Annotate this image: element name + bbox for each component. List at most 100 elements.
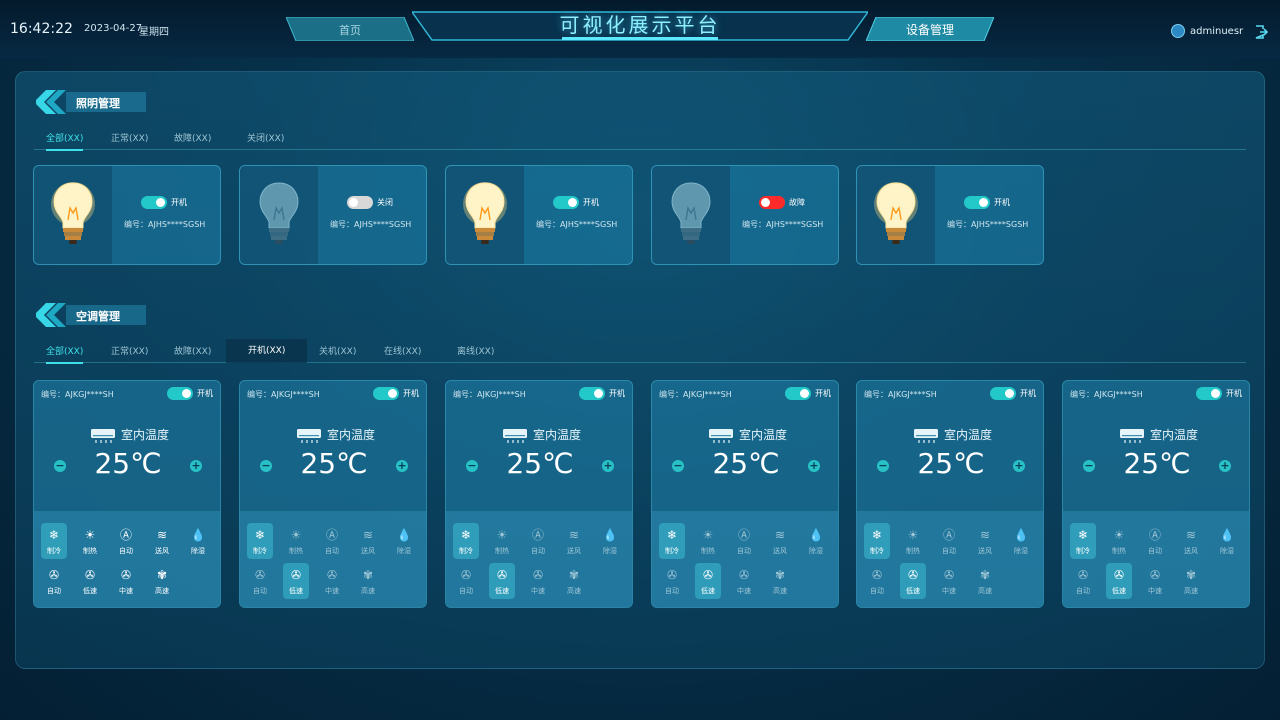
temp-decrease-button[interactable]: −	[54, 460, 66, 472]
ac-card-top: 编号：AJKGJ****SH 开机 室内温度 25℃ − +	[1063, 381, 1249, 511]
fan-speed-button[interactable]: ✾ 高速	[1178, 563, 1204, 599]
tab-ac-normal[interactable]: 正常(XX)	[111, 344, 148, 357]
mode-button[interactable]: ☀ 制热	[900, 523, 926, 559]
power-toggle[interactable]	[1196, 387, 1222, 400]
mode-button[interactable]: ☀ 制热	[283, 523, 309, 559]
tab-ac-on[interactable]: 开机(XX)	[226, 339, 308, 363]
mode-button[interactable]: Ⓐ 自动	[731, 523, 757, 559]
temp-decrease-button[interactable]: −	[1083, 460, 1095, 472]
power-toggle[interactable]	[964, 196, 990, 209]
mode-button[interactable]: 💧 除湿	[803, 523, 829, 559]
fan-speed-button[interactable]: ✾ 高速	[149, 563, 175, 599]
mode-button[interactable]: ≋ 送风	[355, 523, 381, 559]
fan-speed-button[interactable]: ✾ 高速	[767, 563, 793, 599]
mode-button[interactable]: ❄ 制冷	[41, 523, 67, 559]
temp-decrease-button[interactable]: −	[260, 460, 272, 472]
temp-increase-button[interactable]: +	[602, 460, 614, 472]
power-toggle[interactable]	[579, 387, 605, 400]
light-card[interactable]: 故障 编号：AJHS****SGSH	[651, 165, 839, 265]
mode-button[interactable]: ≋ 送风	[767, 523, 793, 559]
fan-speed-button[interactable]: ✇ 自动	[453, 563, 479, 599]
temp-increase-button[interactable]: +	[190, 460, 202, 472]
temp-decrease-button[interactable]: −	[466, 460, 478, 472]
fan-speed-button[interactable]: ✇ 低速	[283, 563, 309, 599]
mode-button[interactable]: ❄ 制冷	[453, 523, 479, 559]
mode-button[interactable]: ☀ 制热	[695, 523, 721, 559]
mode-button[interactable]: ☀ 制热	[489, 523, 515, 559]
mode-button[interactable]: ❄ 制冷	[659, 523, 685, 559]
mode-button[interactable]: ❄ 制冷	[247, 523, 273, 559]
fan-speed-button[interactable]: ✇ 自动	[864, 563, 890, 599]
light-card[interactable]: 开机 编号：AJHS****SGSH	[445, 165, 633, 265]
light-card[interactable]: 关闭 编号：AJHS****SGSH	[239, 165, 427, 265]
power-toggle[interactable]	[347, 196, 373, 209]
temp-decrease-button[interactable]: −	[877, 460, 889, 472]
light-card[interactable]: 开机 编号：AJHS****SGSH	[33, 165, 221, 265]
tab-ac-fault[interactable]: 故障(XX)	[174, 344, 211, 357]
fan-low-icon: ✇	[907, 568, 919, 582]
mode-button[interactable]: Ⓐ 自动	[936, 523, 962, 559]
tab-ac-off[interactable]: 关机(XX)	[319, 344, 356, 357]
mode-button[interactable]: 💧 除湿	[185, 523, 211, 559]
temp-decrease-button[interactable]: −	[672, 460, 684, 472]
mode-button[interactable]: 💧 除湿	[1008, 523, 1034, 559]
fan-speed-button[interactable]: ✇ 中速	[319, 563, 345, 599]
mode-button[interactable]: ≋ 送风	[1178, 523, 1204, 559]
fan-speed-button[interactable]: ✇ 自动	[41, 563, 67, 599]
power-toggle[interactable]	[373, 387, 399, 400]
mode-button[interactable]: Ⓐ 自动	[525, 523, 551, 559]
fan-speed-button[interactable]: ✇ 自动	[659, 563, 685, 599]
tab-ac-all[interactable]: 全部(XX)	[46, 344, 84, 364]
fan-medium-icon: ✇	[532, 568, 544, 582]
mode-button[interactable]: 💧 除湿	[1214, 523, 1240, 559]
fan-speed-button[interactable]: ✇ 中速	[113, 563, 139, 599]
power-toggle[interactable]	[167, 387, 193, 400]
fan-speed-button[interactable]: ✾ 高速	[972, 563, 998, 599]
power-toggle[interactable]	[759, 196, 785, 209]
tab-lighting-fault[interactable]: 故障(XX)	[174, 131, 211, 144]
mode-button[interactable]: ≋ 送风	[972, 523, 998, 559]
power-toggle[interactable]	[785, 387, 811, 400]
temp-increase-button[interactable]: +	[1219, 460, 1231, 472]
tab-ac-offline[interactable]: 离线(XX)	[457, 344, 494, 357]
mode-button[interactable]: 💧 除湿	[391, 523, 417, 559]
mode-button[interactable]: Ⓐ 自动	[1142, 523, 1168, 559]
fan-speed-button[interactable]: ✾ 高速	[561, 563, 587, 599]
mode-button[interactable]: ☀ 制热	[77, 523, 103, 559]
tab-lighting-all[interactable]: 全部(XX)	[46, 131, 84, 151]
fan-speed-button[interactable]: ✇ 低速	[900, 563, 926, 599]
fan-speed-button[interactable]: ✇ 低速	[77, 563, 103, 599]
mode-button[interactable]: 💧 除湿	[597, 523, 623, 559]
nav-home-button[interactable]: 首页	[285, 16, 415, 42]
mode-button[interactable]: ≋ 送风	[149, 523, 175, 559]
fan-speed-button[interactable]: ✇ 中速	[731, 563, 757, 599]
temp-increase-button[interactable]: +	[396, 460, 408, 472]
fan-speed-button[interactable]: ✇ 自动	[1070, 563, 1096, 599]
tab-lighting-normal[interactable]: 正常(XX)	[111, 131, 148, 144]
fan-speed-button[interactable]: ✇ 中速	[1142, 563, 1168, 599]
fan-speed-button[interactable]: ✾ 高速	[355, 563, 381, 599]
logout-icon[interactable]	[1254, 25, 1268, 39]
mode-button[interactable]: ❄ 制冷	[1070, 523, 1096, 559]
mode-button[interactable]: ☀ 制热	[1106, 523, 1132, 559]
fan-speed-button[interactable]: ✇ 中速	[936, 563, 962, 599]
temp-increase-button[interactable]: +	[1013, 460, 1025, 472]
fan-speed-button[interactable]: ✇ 低速	[695, 563, 721, 599]
nav-device-management-button[interactable]: 设备管理	[865, 16, 995, 42]
temp-increase-button[interactable]: +	[808, 460, 820, 472]
power-toggle[interactable]	[553, 196, 579, 209]
mode-button[interactable]: Ⓐ 自动	[113, 523, 139, 559]
fan-speed-button[interactable]: ✇ 中速	[525, 563, 551, 599]
mode-button[interactable]: ≋ 送风	[561, 523, 587, 559]
tab-lighting-off[interactable]: 关闭(XX)	[247, 131, 284, 144]
power-toggle[interactable]	[990, 387, 1016, 400]
fan-speed-button[interactable]: ✇ 低速	[1106, 563, 1132, 599]
light-card[interactable]: 开机 编号：AJHS****SGSH	[856, 165, 1044, 265]
tab-ac-online[interactable]: 在线(XX)	[384, 344, 421, 357]
fan-speed-button[interactable]: ✇ 低速	[489, 563, 515, 599]
power-toggle[interactable]	[141, 196, 167, 209]
fan-speed-button[interactable]: ✇ 自动	[247, 563, 273, 599]
mode-button[interactable]: ❄ 制冷	[864, 523, 890, 559]
mode-button[interactable]: Ⓐ 自动	[319, 523, 345, 559]
light-state: 故障	[789, 198, 805, 207]
